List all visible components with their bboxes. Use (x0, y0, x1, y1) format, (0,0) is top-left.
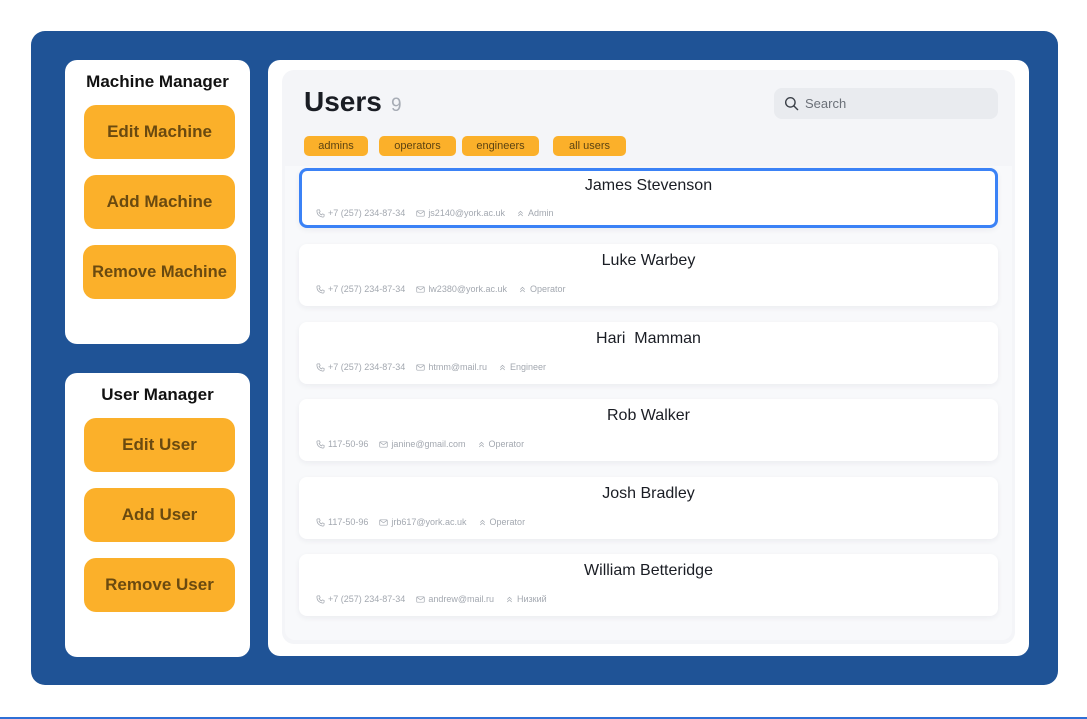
user-role: Низкий (505, 594, 547, 604)
user-phone-text: +7 (257) 234-87-34 (328, 284, 406, 294)
user-role: Operator (477, 439, 525, 449)
user-card[interactable]: Josh Bradley 117-50-96 jrb617@york.ac.uk… (299, 477, 998, 539)
user-role: Operator (518, 284, 566, 294)
mail-icon (379, 518, 389, 526)
page: Machine Manager Edit Machine Add Machine… (0, 0, 1087, 719)
user-phone-text: +7 (257) 234-87-34 (328, 208, 406, 218)
filter-chip-operators[interactable]: operators (379, 136, 456, 156)
machine-manager-panel: Machine Manager Edit Machine Add Machine… (65, 60, 250, 344)
user-role: Operator (478, 517, 526, 527)
user-name: James Stevenson (584, 177, 713, 194)
user-email-text: jrb617@york.ac.uk (391, 517, 467, 527)
search-input[interactable] (805, 88, 990, 119)
user-meta: 117-50-96 jrb617@york.ac.uk Operator (316, 517, 536, 527)
chevrons-up-icon (479, 519, 485, 525)
user-email: andrew@mail.ru (416, 594, 494, 604)
user-phone-text: 117-50-96 (328, 517, 369, 527)
user-email: js2140@york.ac.uk (416, 208, 505, 218)
user-phone-text: +7 (257) 234-87-34 (328, 594, 406, 604)
edit-user-button[interactable]: Edit User (84, 418, 235, 472)
chevrons-up-icon (506, 596, 512, 602)
user-role-text: Engineer (509, 362, 546, 372)
user-phone: +7 (257) 234-87-34 (316, 208, 405, 218)
remove-user-button[interactable]: Remove User (84, 558, 235, 612)
user-email-text: htmm@mail.ru (428, 362, 487, 372)
chevrons-up-icon (517, 210, 523, 216)
user-email: janine@gmail.com (379, 439, 466, 449)
user-role-text: Admin (527, 208, 554, 218)
mail-icon (416, 363, 425, 371)
user-role: Engineer (498, 362, 546, 372)
user-card[interactable]: Rob Walker 117-50-96 janine@gmail.com Op… (299, 399, 998, 461)
user-phone: +7 (257) 234-87-34 (316, 362, 405, 372)
filter-chip-engineers[interactable]: engineers (462, 136, 539, 156)
user-email: lw2380@york.ac.uk (416, 284, 507, 294)
user-role: Admin (516, 208, 554, 218)
user-manager-panel: User Manager Edit User Add User Remove U… (65, 373, 250, 657)
user-card[interactable]: Hari Mamman +7 (257) 234-87-34 htmm@mail… (299, 322, 998, 384)
user-phone: 117-50-96 (316, 439, 368, 449)
user-email: jrb617@york.ac.uk (379, 517, 467, 527)
user-phone: +7 (257) 234-87-34 (316, 284, 405, 294)
user-card-selected[interactable]: James Stevenson +7 (257) 234-87-34 js214… (299, 168, 998, 228)
user-card[interactable]: William Betteridge +7 (257) 234-87-34 an… (299, 554, 998, 616)
user-meta: +7 (257) 234-87-34 htmm@mail.ru Engineer (316, 362, 557, 372)
user-name: Hari Mamman (596, 330, 701, 347)
phone-icon (316, 518, 325, 526)
page-title: Users (304, 86, 382, 117)
user-meta: +7 (257) 234-87-34 js2140@york.ac.uk Adm… (316, 208, 565, 218)
user-email-text: janine@gmail.com (391, 439, 466, 449)
user-meta: 117-50-96 janine@gmail.com Operator (316, 439, 535, 449)
user-name: William Betteridge (584, 562, 713, 579)
user-role-text: Operator (488, 439, 525, 449)
user-phone: 117-50-96 (316, 517, 368, 527)
phone-icon (316, 209, 325, 217)
search-icon (784, 96, 799, 111)
phone-icon (316, 595, 325, 603)
user-phone-text: 117-50-96 (328, 439, 369, 449)
filter-chip-all-users[interactable]: all users (553, 136, 626, 156)
user-manager-title: User Manager (101, 385, 214, 404)
mail-icon (379, 440, 389, 448)
user-email-text: lw2380@york.ac.uk (428, 284, 507, 294)
user-email-text: js2140@york.ac.uk (428, 208, 505, 218)
remove-machine-button[interactable]: Remove Machine (83, 245, 236, 299)
user-meta: +7 (257) 234-87-34 andrew@mail.ru Низкий (316, 594, 558, 604)
edit-machine-button[interactable]: Edit Machine (84, 105, 235, 159)
phone-icon (316, 285, 325, 293)
user-email: htmm@mail.ru (416, 362, 487, 372)
mail-icon (416, 285, 425, 293)
user-card[interactable]: Luke Warbey +7 (257) 234-87-34 lw2380@yo… (299, 244, 998, 306)
user-role-text: Низкий (516, 594, 547, 604)
user-role-text: Operator (489, 517, 526, 527)
add-machine-button[interactable]: Add Machine (84, 175, 235, 229)
chevrons-up-icon (499, 364, 505, 370)
add-user-button[interactable]: Add User (84, 488, 235, 542)
user-name: Luke Warbey (601, 252, 696, 269)
machine-manager-title: Machine Manager (86, 72, 229, 91)
chevrons-up-icon (478, 441, 484, 447)
user-phone-text: +7 (257) 234-87-34 (328, 362, 406, 372)
filter-chip-admins[interactable]: admins (304, 136, 368, 156)
user-email-text: andrew@mail.ru (428, 594, 494, 604)
mail-icon (416, 595, 425, 603)
mail-icon (416, 209, 425, 217)
search-box[interactable] (774, 88, 998, 119)
user-meta: +7 (257) 234-87-34 lw2380@york.ac.uk Ope… (316, 284, 577, 294)
user-name: Rob Walker (607, 407, 690, 424)
user-phone: +7 (257) 234-87-34 (316, 594, 405, 604)
phone-icon (316, 363, 325, 371)
user-role-text: Operator (529, 284, 566, 294)
chevrons-up-icon (519, 286, 525, 292)
phone-icon (316, 440, 325, 448)
users-count: 9 (391, 95, 402, 116)
user-name: Josh Bradley (602, 485, 695, 502)
